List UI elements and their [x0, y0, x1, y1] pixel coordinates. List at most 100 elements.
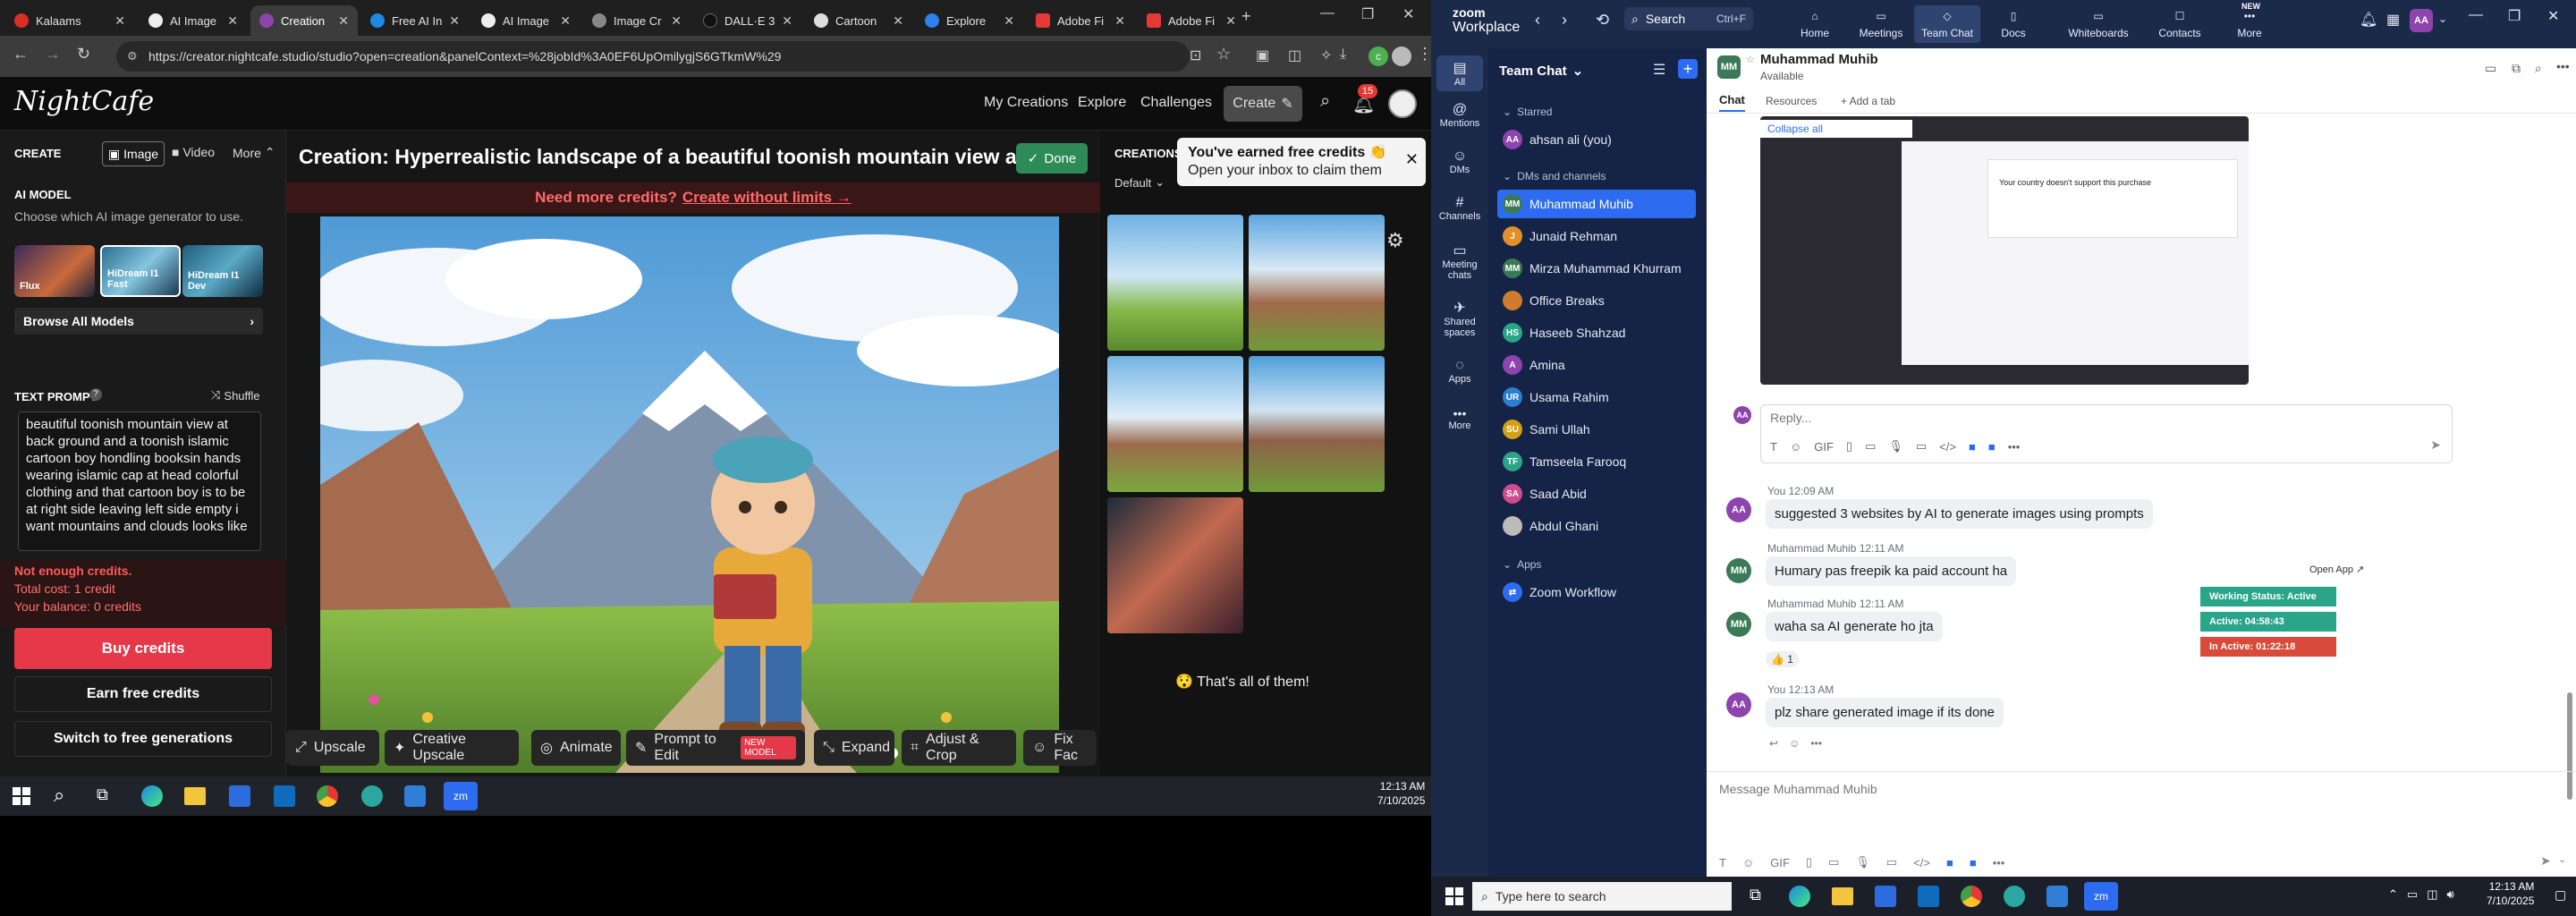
mode-more-button[interactable]: More ⌃	[233, 145, 275, 160]
message-bubble[interactable]: waha sa AI generate ho jta	[1766, 612, 1943, 641]
back-icon[interactable]: ←	[13, 45, 29, 64]
task-view-icon[interactable]: ⧉	[97, 785, 108, 804]
creation-thumbnail[interactable]	[1249, 356, 1385, 492]
chat-item[interactable]: Abdul Ghani	[1497, 512, 1696, 540]
rail-more[interactable]: ••• More	[1431, 406, 1488, 431]
switch-free-button[interactable]: Switch to free generations	[14, 721, 272, 757]
format-icon[interactable]: T	[1770, 440, 1777, 454]
top-tab-meetings[interactable]: ▭ Meetings	[1848, 5, 1914, 43]
close-tab-icon[interactable]: ✕	[1114, 13, 1125, 29]
edge-icon[interactable]	[1789, 886, 1810, 907]
close-window-icon[interactable]: ✕	[1402, 5, 1414, 23]
model-card-hidream-fast[interactable]: HiDream I1 Fast	[100, 245, 181, 297]
chat-item[interactable]: J Junaid Rehman	[1497, 222, 1696, 250]
profile-avatar[interactable]	[1392, 47, 1411, 66]
app-icon[interactable]: ■	[1969, 440, 1976, 454]
apps-section[interactable]: ⌄ Apps	[1503, 558, 1541, 571]
app-icon[interactable]	[2004, 886, 2025, 907]
calendar-icon[interactable]: ▦	[2386, 11, 2400, 29]
top-tab-docs[interactable]: ▯ Docs	[1980, 5, 2046, 43]
close-tab-icon[interactable]: ✕	[1225, 13, 1236, 29]
top-tab-team-chat[interactable]: ◇ Team Chat	[1914, 5, 1980, 43]
file-explorer-icon[interactable]	[1832, 887, 1853, 905]
chat-item-zoom-workflow[interactable]: ⇄ Zoom Workflow	[1497, 578, 1696, 606]
screenshot-icon[interactable]: ▭	[1828, 855, 1839, 869]
video-clip-icon[interactable]: ▭	[1916, 439, 1927, 454]
creation-thumbnail[interactable]	[1107, 356, 1243, 492]
done-button[interactable]: ✓ Done	[1016, 143, 1088, 174]
prompt-textarea[interactable]: beautiful toonish mountain view at back …	[18, 411, 261, 551]
emoji-icon[interactable]: ☺	[1790, 440, 1801, 454]
rail-meeting-chats[interactable]: ▭ Meeting chats	[1431, 242, 1488, 281]
app-icon[interactable]: ■	[1988, 440, 1996, 454]
search-icon[interactable]: ⌕	[1320, 91, 1330, 112]
top-tab-whiteboards[interactable]: ▭ Whiteboards	[2061, 5, 2136, 43]
rail-mentions[interactable]: @ Mentions	[1431, 102, 1488, 129]
video-clip-icon[interactable]: ▭	[1886, 855, 1897, 869]
reply-box[interactable]: Reply... T ☺ GIF ▯ ▭ 🎙︎ ▭ </> ■ ■ ••• ➤	[1760, 404, 2453, 463]
video-call-icon[interactable]: ▭	[2485, 61, 2496, 76]
mic-icon[interactable]: 🎙︎	[1855, 855, 1870, 869]
profile-avatar[interactable]: c	[1368, 47, 1388, 66]
chat-item[interactable]: UR Usama Rahim	[1497, 383, 1696, 411]
buy-credits-button[interactable]: Buy credits	[14, 628, 272, 669]
resources-tab[interactable]: Resources	[1766, 95, 1817, 107]
zoom-taskbar-icon[interactable]: zm	[2084, 882, 2118, 911]
expand-button[interactable]: ⤡ Expand	[814, 730, 894, 766]
site-settings-icon[interactable]: ⚙	[127, 41, 138, 72]
search-icon[interactable]: ⌕	[54, 784, 64, 807]
bookmark-star-icon[interactable]: ☆	[1216, 45, 1231, 64]
prompt-to-edit-button[interactable]: ✎ Prompt to Edit NEW MODEL	[626, 730, 805, 766]
store-icon[interactable]	[1875, 886, 1896, 907]
rail-shared-spaces[interactable]: ✈ Shared spaces	[1431, 299, 1488, 338]
close-window-icon[interactable]: ✕	[2547, 7, 2559, 25]
message-input[interactable]: Message Muhammad Muhib	[1719, 782, 1877, 796]
file-explorer-icon[interactable]	[184, 787, 206, 805]
user-avatar[interactable]	[1388, 89, 1417, 118]
browser-tab[interactable]: AI Image ✕	[472, 5, 580, 36]
chrome-icon[interactable]	[1961, 886, 1982, 907]
chevron-up-icon[interactable]: ⌃	[2388, 887, 2398, 902]
creation-thumbnail[interactable]	[1107, 497, 1243, 633]
reaction-badge[interactable]: 👍 1	[1766, 651, 1799, 667]
volume-icon[interactable]: 🔊︎	[2447, 887, 2454, 902]
browser-tab[interactable]: DALL·E 3 ✕	[694, 5, 801, 36]
adjust-crop-button[interactable]: ⌗ Adjust & Crop	[902, 730, 1016, 766]
open-app-link[interactable]: Open App ↗	[2309, 564, 2364, 575]
mode-image-button[interactable]: ▣ Image	[102, 141, 165, 166]
upscale-button[interactable]: ⤢ Upscale	[286, 730, 379, 766]
notifications-icon[interactable]: ▢	[2555, 887, 2566, 903]
gif-icon[interactable]: GIF	[1770, 856, 1790, 869]
chat-item[interactable]: SU Sami Ullah	[1497, 415, 1696, 444]
history-icon[interactable]: ⟲	[1596, 11, 1609, 30]
browser-tab[interactable]: Adobe Fi ✕	[1027, 5, 1134, 36]
create-button[interactable]: Create ✎	[1224, 86, 1302, 122]
maximize-icon[interactable]: ❐	[1361, 5, 1374, 23]
team-chat-title[interactable]: Team Chat ⌄	[1499, 63, 1583, 80]
rail-all[interactable]: ▤ All	[1436, 55, 1483, 91]
forward-arrow-icon[interactable]: ›	[1562, 11, 1567, 30]
forward-icon[interactable]: →	[45, 45, 61, 64]
emoji-icon[interactable]: ☺	[1742, 856, 1754, 869]
browser-tab[interactable]: AI Image ✕	[140, 5, 247, 36]
battery-icon[interactable]: ▭	[2407, 887, 2418, 902]
message-bubble[interactable]: plz share generated image if its done	[1766, 698, 2004, 727]
back-arrow-icon[interactable]: ‹	[1535, 11, 1540, 30]
send-icon[interactable]: ➤	[2430, 437, 2441, 453]
shuffle-button[interactable]: ⤨ Shuffle	[211, 388, 260, 403]
star-icon[interactable]: ☆	[1746, 54, 1755, 65]
fix-faces-button[interactable]: ☺ Fix Fac	[1023, 730, 1097, 766]
close-tab-icon[interactable]: ✕	[893, 13, 903, 29]
browser-tab[interactable]: Kalaams ✕	[5, 5, 134, 36]
creation-thumbnail[interactable]	[1249, 215, 1385, 351]
close-tab-icon[interactable]: ✕	[1004, 13, 1014, 29]
sort-default-dropdown[interactable]: Default ⌄	[1114, 175, 1165, 190]
close-tab-icon[interactable]: ✕	[782, 13, 792, 29]
maximize-icon[interactable]: ❐	[2508, 7, 2521, 25]
help-icon[interactable]: ?	[89, 388, 102, 401]
top-tab-contacts[interactable]: ☐ Contacts	[2147, 5, 2213, 43]
create-without-limits-link[interactable]: Create without limits →	[682, 189, 852, 207]
chat-item[interactable]: TF Tamseela Farooq	[1497, 447, 1696, 476]
format-icon[interactable]: T	[1719, 856, 1726, 869]
address-bar[interactable]: ⚙ https://creator.nightcafe.studio/studi…	[116, 41, 1190, 72]
